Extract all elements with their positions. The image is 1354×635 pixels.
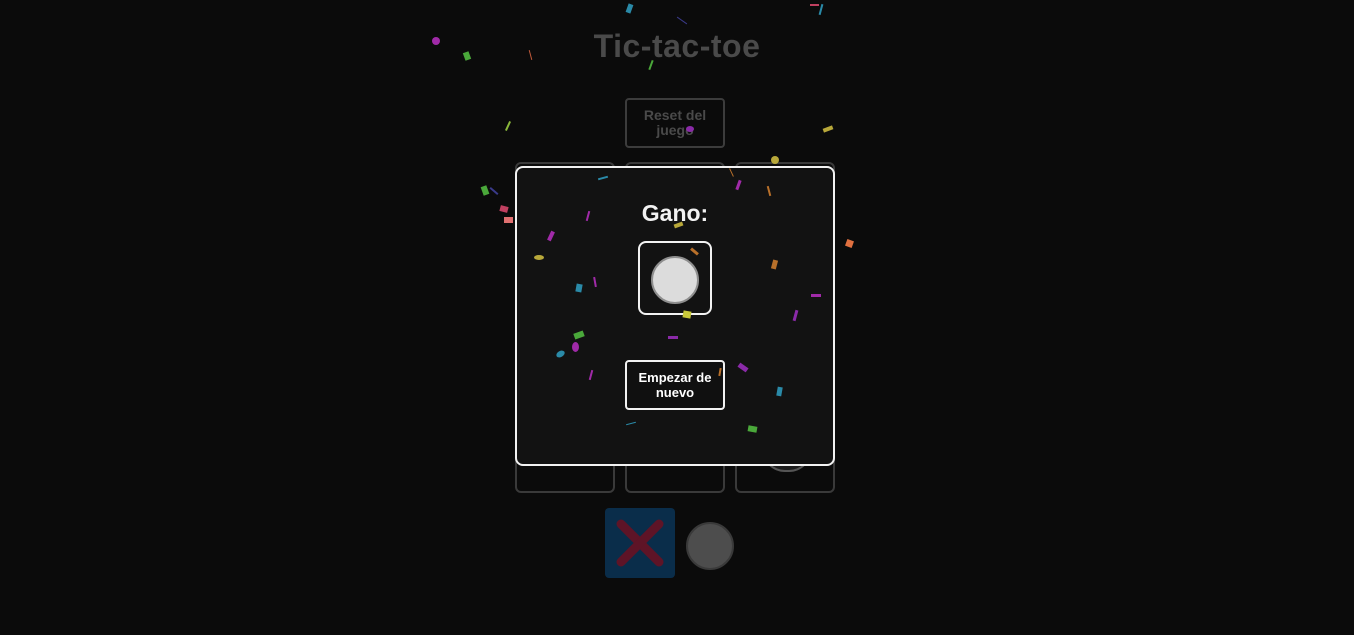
confetti-piece: [845, 239, 854, 248]
modal-title: Gano:: [641, 200, 709, 226]
winner-box: [638, 241, 712, 315]
confetti-piece: [504, 217, 513, 223]
confetti-piece: [480, 185, 490, 196]
x-mark-icon: [616, 519, 664, 567]
turn-o-indicator: [686, 522, 734, 570]
confetti-piece: [822, 125, 834, 133]
turn-x-indicator: [605, 508, 675, 578]
confetti-piece: [625, 3, 634, 14]
confetti-piece: [810, 4, 819, 6]
confetti-piece: [489, 187, 499, 195]
confetti-piece: [499, 205, 509, 213]
confetti-piece: [818, 3, 824, 16]
restart-button[interactable]: Empezar de nuevo: [625, 360, 725, 410]
winner-modal: Gano: Empezar de nuevo: [515, 166, 835, 466]
circle-icon: [651, 256, 699, 304]
confetti-piece: [676, 16, 688, 25]
page-title: Tic-tac-toe: [593, 28, 761, 64]
reset-game-button[interactable]: Reset del juego: [625, 98, 725, 148]
confetti-piece: [504, 121, 512, 131]
